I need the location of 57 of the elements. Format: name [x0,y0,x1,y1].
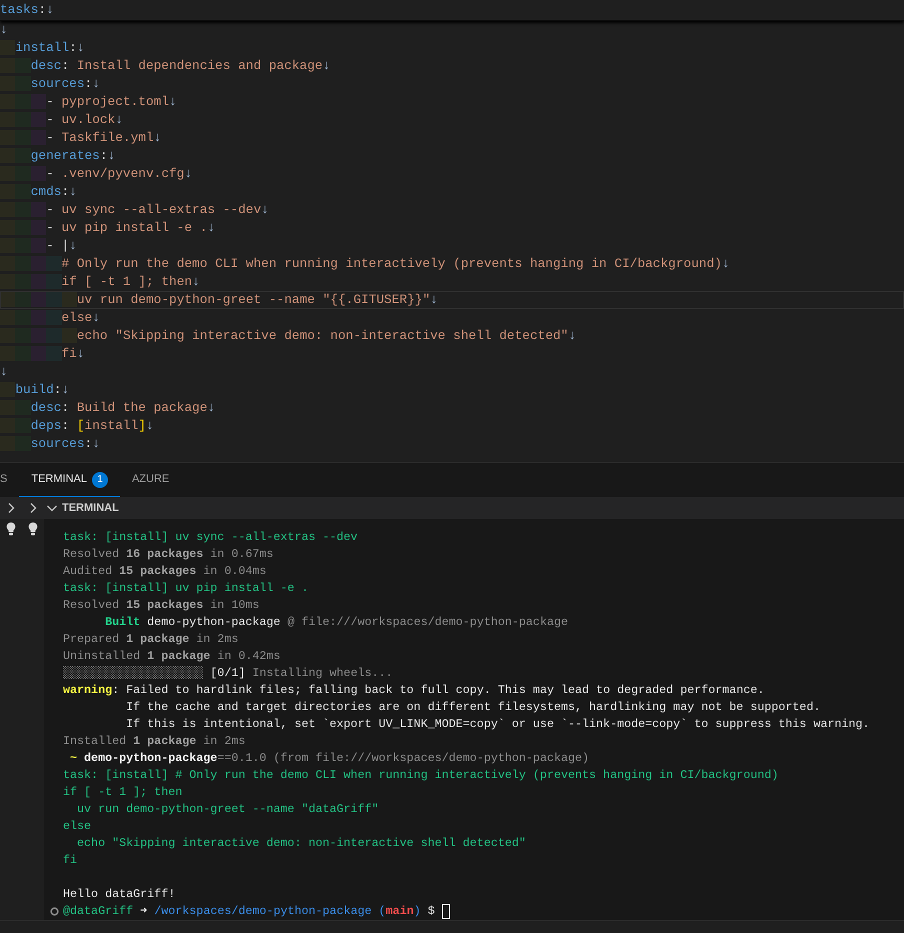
terminal-line: Prepared 1 package in 2ms [63,632,238,646]
code-line: uv run demo-python-greet --name "{{.GITUSER}}"↓ [0,291,904,309]
code-line: if [ -t 1 ]; then↓ [0,273,904,291]
terminal-line: uv run demo-python-greet --name "dataGriff" [76,802,379,816]
code-line: - |↓ [0,237,904,255]
terminal-line: ░░░░░░░░░░░░░░░░░░░░ [0/1] Installing wheels... [63,666,393,680]
terminal-line: echo "Skipping interactive demo: non-interactive shell detected" [76,836,526,850]
code-line: install:↓ [0,39,904,57]
terminal-line: Resolved 16 packages in 0.67ms [63,547,274,561]
chevron-right-icon[interactable] [28,502,38,514]
code-line: cmds:↓ [0,183,904,201]
terminal-line: Audited 15 packages in 0.04ms [63,564,266,578]
code-line: - Taskfile.yml↓ [0,129,904,147]
code-line: sources:↓ [0,435,904,453]
terminal-line: task: [install] uv sync --all-extras --dev [63,530,358,544]
terminal-line: if [ -t 1 ]; then [63,785,182,799]
terminal-line: Resolved 15 packages in 10ms [63,598,260,612]
lightbulb-icon[interactable] [6,522,16,536]
code-line: fi↓ [0,345,904,363]
code-line: ↓ [0,363,9,381]
terminal-line: warning: Failed to hardlink files; falling back to full copy. This may lead to degraded performance. [63,683,764,697]
terminal-line: If this is intentional, set `export UV_LINK_MODE=copy` or use `--link-mode=copy` to suppress this warning. [125,717,870,731]
terminal-line: ~ demo-python-package==0.1.0 (from file:///workspaces/demo-python-package) [69,751,590,765]
code-line: build:↓ [0,381,904,399]
code-line: # Only run the demo CLI when running interactively (prevents hanging in CI/background)↓ [0,255,904,273]
code-line: - pyproject.toml↓ [0,93,904,111]
code-line: desc: Install dependencies and package↓ [0,57,904,75]
code-line: - .venv/pyvenv.cfg↓ [0,165,904,183]
section-title[interactable]: TERMINAL [62,500,119,516]
panel-tab[interactable]: S [0,463,20,497]
lightbulb-icon[interactable] [28,522,38,536]
status-circle-icon [50,907,59,916]
terminal-line: Built demo-python-package @ file:///workspaces/demo-python-package [104,615,568,629]
code-line: - uv pip install -e .↓ [0,219,904,237]
terminal-line: If the cache and target directories are on different filesystems, hardlinking may not be supported. [125,700,820,714]
panel-tab[interactable]: AZURE [120,463,182,497]
terminal-line: Uninstalled 1 package in 0.42ms [63,649,280,663]
chevron-right-icon[interactable] [6,502,16,514]
code-line: deps: [install]↓ [0,417,904,435]
chevron-down-icon[interactable] [46,503,58,513]
code-line: - uv sync --all-extras --dev↓ [0,201,904,219]
terminal-line: fi [63,853,78,867]
terminal-line: task: [install] uv pip install -e . [63,581,308,595]
text-cursor [442,904,450,919]
code-line: else↓ [0,309,904,327]
terminal-line: else [63,819,92,833]
terminal-line: @dataGriff ➜ /workspaces/demo-python-package (main) $ [63,903,436,920]
count-badge: 1 [92,472,108,488]
terminal-line: task: [install] # Only run the demo CLI when running interactively (prevents hanging in CI/background) [63,768,778,782]
code-line: sources:↓ [0,75,904,93]
code-line: - uv.lock↓ [0,111,904,129]
code-line: ↓ [0,21,9,39]
code-line: echo "Skipping interactive demo: non-interactive shell detected"↓ [0,327,904,345]
code-line: desc: Build the package↓ [0,399,904,417]
code-line: generates:↓ [0,147,904,165]
terminal-line: Installed 1 package in 2ms [63,734,246,748]
terminal-line: Hello dataGriff! [63,887,176,901]
